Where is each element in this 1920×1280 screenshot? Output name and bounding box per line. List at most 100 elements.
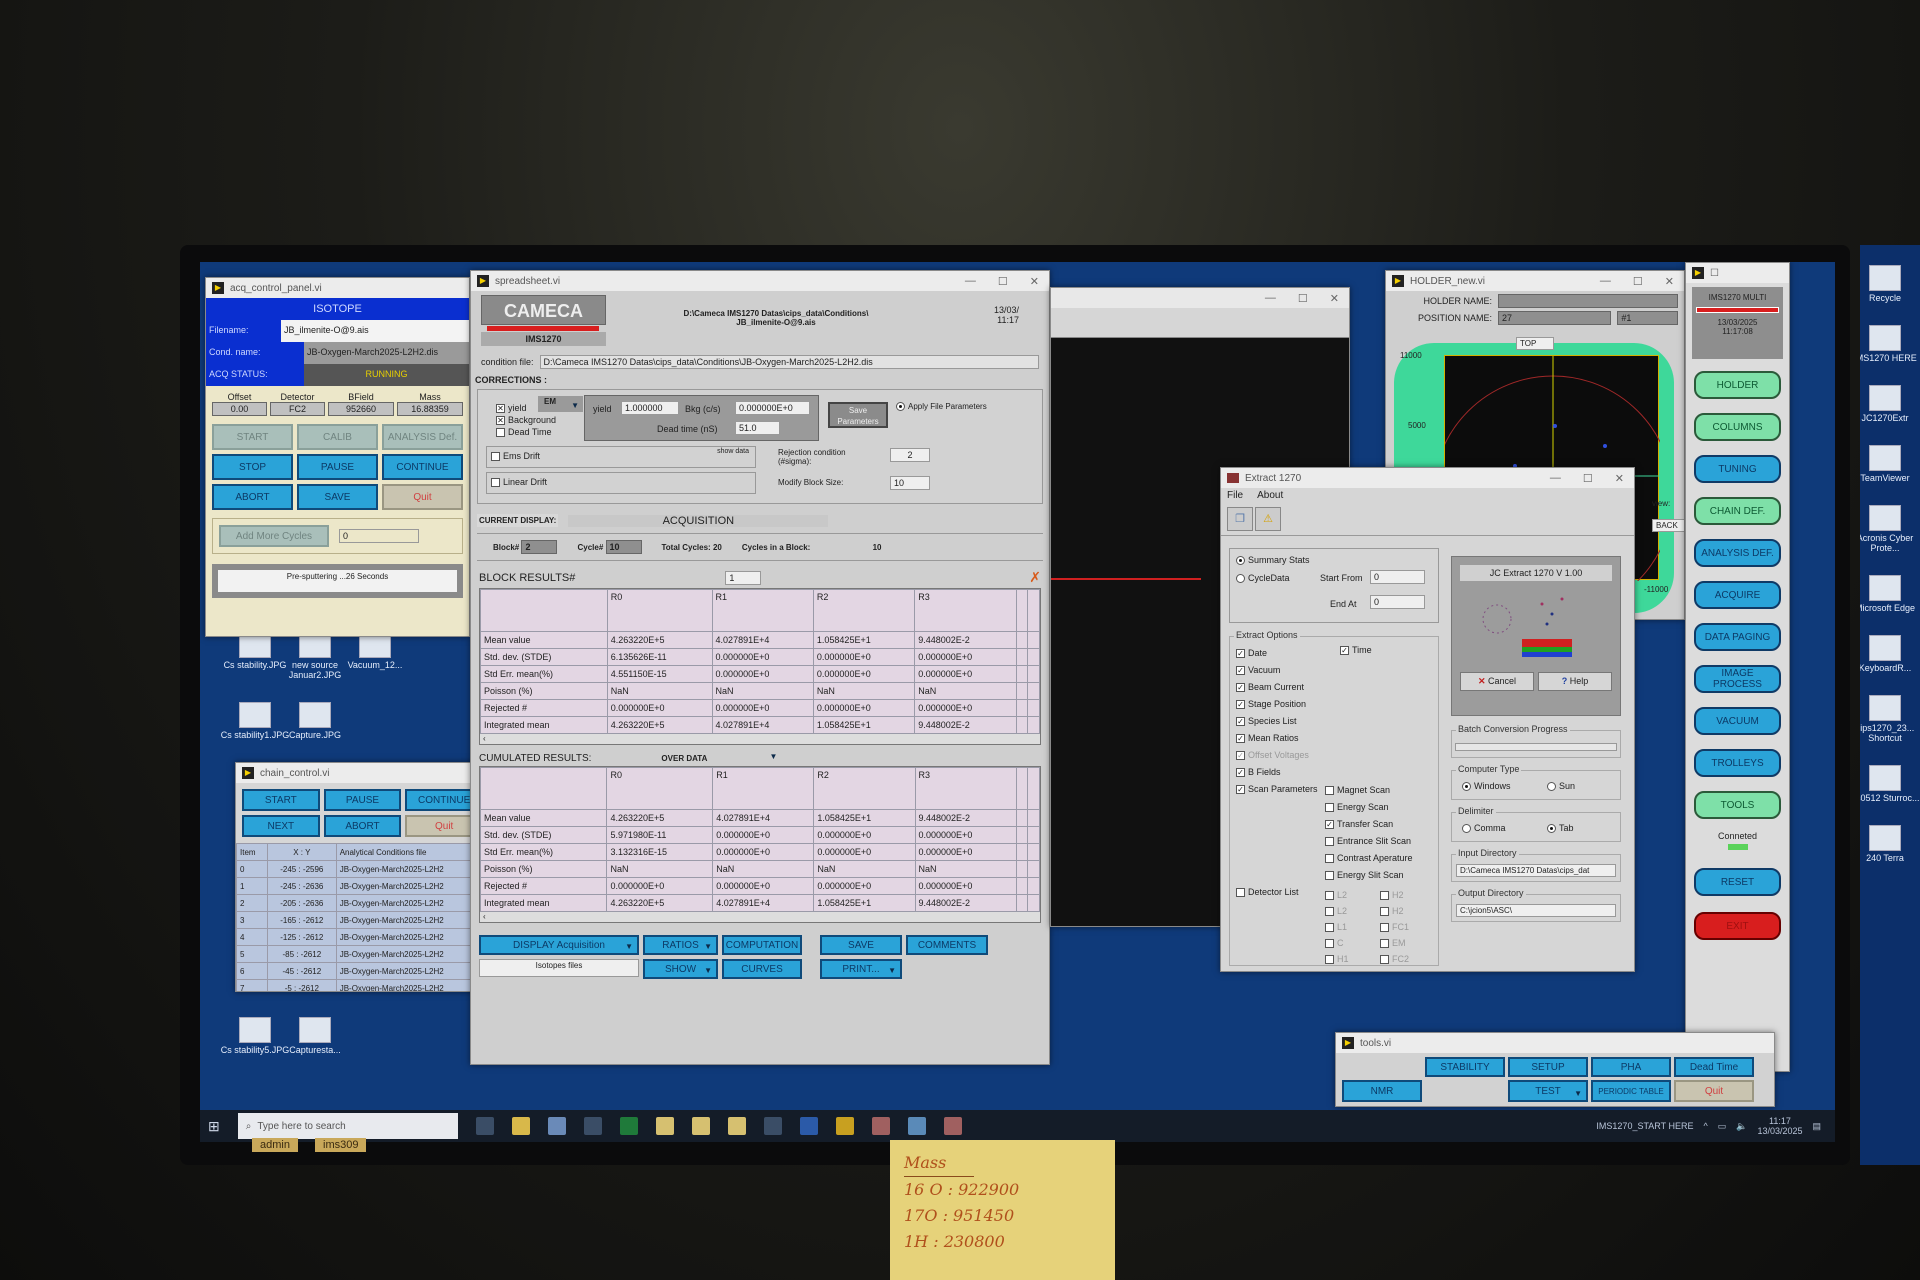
chain-start-button[interactable]: START: [242, 789, 320, 811]
sun-radio[interactable]: Sun: [1547, 781, 1575, 792]
detector-checkbox[interactable]: C: [1325, 935, 1349, 951]
app-icon[interactable]: [583, 1117, 602, 1135]
display-acquisition-select[interactable]: DISPLAY Acquisition: [479, 935, 639, 955]
ratios-select[interactable]: RATIOS: [643, 935, 718, 955]
print-select[interactable]: PRINT...: [820, 959, 902, 979]
chain-row[interactable]: 7 -5 : -2612 JB-Oxygen-March2025-L2H2: [236, 979, 489, 991]
detector-checkbox[interactable]: L2: [1325, 887, 1349, 903]
option-checkbox[interactable]: ✓ B Fields: [1236, 764, 1432, 781]
holder-button[interactable]: HOLDER: [1694, 371, 1781, 399]
minimize-icon[interactable]: —: [965, 275, 976, 288]
calib-button[interactable]: CALIB: [297, 424, 378, 450]
app-icon[interactable]: [727, 1117, 746, 1135]
save-button[interactable]: SAVE: [297, 484, 378, 510]
ems-drift-checkbox[interactable]: Ems Drift show data: [486, 446, 756, 468]
windows-start-icon[interactable]: ⊞: [208, 1118, 220, 1135]
deadtime-input[interactable]: 51.0: [735, 421, 780, 435]
yield-input[interactable]: 1.000000: [621, 401, 679, 415]
clock[interactable]: 11:17 13/03/2025: [1757, 1116, 1802, 1136]
dead-time-button[interactable]: Dead Time: [1674, 1057, 1754, 1077]
desktop-icon[interactable]: 240 Terra: [1860, 825, 1920, 863]
rejection-input[interactable]: 2: [890, 448, 930, 462]
chain-next-button[interactable]: NEXT: [242, 815, 320, 837]
detector-checkbox[interactable]: EM: [1380, 935, 1409, 951]
computation-button[interactable]: COMPUTATION: [722, 935, 802, 955]
close-icon[interactable]: ✕: [1665, 275, 1674, 288]
minimize-icon[interactable]: —: [1265, 292, 1276, 305]
show-select[interactable]: SHOW: [643, 959, 718, 979]
desktop-icon[interactable]: TeamViewer: [1860, 445, 1920, 483]
labview-taskbar-icon[interactable]: [835, 1117, 854, 1135]
detector-checkbox[interactable]: L1: [1325, 919, 1349, 935]
background-checkbox[interactable]: ✕ Background: [496, 414, 556, 426]
app-icon[interactable]: [763, 1117, 782, 1135]
desktop-icon[interactable]: Vacuum_12...: [340, 632, 410, 670]
notification-icon[interactable]: ▤: [1812, 1121, 1821, 1132]
scan-option-checkbox[interactable]: ✓ Transfer Scan: [1325, 816, 1413, 833]
desktop-icon[interactable]: 240512 Sturroc...: [1860, 765, 1920, 803]
minimize-icon[interactable]: —: [1550, 472, 1561, 485]
close-icon[interactable]: ✕: [1330, 292, 1339, 305]
desktop-icon[interactable]: Capturesta...: [280, 1017, 350, 1055]
view-select[interactable]: TOP: [1516, 337, 1554, 350]
tools-quit-button[interactable]: Quit: [1674, 1080, 1754, 1102]
maximize-icon[interactable]: ☐: [1583, 472, 1593, 485]
setup-button[interactable]: SETUP: [1508, 1057, 1588, 1077]
option-checkbox[interactable]: ✓ Date: [1236, 645, 1432, 662]
chain-row[interactable]: 0 -245 : -2596 JB-Oxygen-March2025-L2H2: [236, 860, 489, 878]
start-button[interactable]: START: [212, 424, 293, 450]
scan-option-checkbox[interactable]: Contrast Aperature: [1325, 850, 1413, 867]
file-explorer-icon[interactable]: [511, 1117, 530, 1135]
apply-file-parameters-radio[interactable]: Apply File Parameters: [896, 402, 991, 412]
desktop-icon[interactable]: cips1270_23... Shortcut: [1860, 695, 1920, 743]
scan-option-checkbox[interactable]: Energy Slit Scan: [1325, 867, 1413, 884]
chain-row[interactable]: 1 -245 : -2636 JB-Oxygen-March2025-L2H2: [236, 877, 489, 895]
tray-chevron-icon[interactable]: ^: [1703, 1121, 1707, 1131]
chain-def-button[interactable]: CHAIN DEF.: [1694, 497, 1781, 525]
word-icon[interactable]: [799, 1117, 818, 1135]
close-icon[interactable]: ✕: [1030, 275, 1039, 288]
stop-button[interactable]: STOP: [212, 454, 293, 480]
minimize-icon[interactable]: —: [1600, 275, 1611, 288]
save-results-button[interactable]: SAVE: [820, 935, 902, 955]
toolbar-start-here[interactable]: IMS1270_START HERE: [1596, 1121, 1693, 1131]
batch-files-icon[interactable]: ❐: [1227, 507, 1253, 531]
desktop-icon[interactable]: Recycle: [1860, 265, 1920, 303]
chain-row[interactable]: 2 -205 : -2636 JB-Oxygen-March2025-L2H2: [236, 894, 489, 912]
scan-option-checkbox[interactable]: Energy Scan: [1325, 799, 1413, 816]
desktop-icon[interactable]: KeyboardR...: [1860, 635, 1920, 673]
detector-checkbox[interactable]: H2: [1380, 903, 1409, 919]
cycle-data-radio[interactable]: CycleData: [1236, 573, 1290, 584]
desktop-icon[interactable]: Acronis Cyber Prote...: [1860, 505, 1920, 553]
input-directory-field[interactable]: D:\Cameca IMS1270 Datas\cips_dat: [1456, 864, 1616, 877]
app-icon[interactable]: [691, 1117, 710, 1135]
chain-row[interactable]: 3 -165 : -2612 JB-Oxygen-March2025-L2H2: [236, 911, 489, 929]
block-results-index[interactable]: 1: [725, 570, 762, 585]
desktop-icon[interactable]: Microsoft Edge: [1860, 575, 1920, 613]
option-checkbox[interactable]: ✓ Species List: [1236, 713, 1432, 730]
isotopes-files-list[interactable]: Isotopes files: [479, 959, 639, 977]
horizontal-scrollbar[interactable]: ‹: [480, 912, 1040, 922]
pha-button[interactable]: PHA: [1591, 1057, 1671, 1077]
chain-row[interactable]: 4 -125 : -2612 JB-Oxygen-March2025-L2H2: [236, 928, 489, 946]
condition-file-field[interactable]: D:\Cameca IMS1270 Datas\cips_data\Condit…: [539, 355, 1039, 369]
app-icon[interactable]: [871, 1117, 890, 1135]
linear-drift-checkbox[interactable]: Linear Drift: [486, 472, 756, 494]
network-icon[interactable]: ▭: [1718, 1121, 1727, 1132]
columns-button[interactable]: COLUMNS: [1694, 413, 1781, 441]
tab-radio[interactable]: Tab: [1547, 823, 1574, 834]
help-button[interactable]: ? Help: [1538, 672, 1612, 691]
tuning-button[interactable]: TUNING: [1694, 455, 1781, 483]
chain-abort-button[interactable]: ABORT: [323, 815, 402, 837]
volume-icon[interactable]: 🔈: [1736, 1121, 1747, 1132]
comma-radio[interactable]: Comma: [1462, 823, 1506, 834]
app-icon[interactable]: [907, 1117, 926, 1135]
detector-checkbox[interactable]: H1: [1325, 951, 1349, 967]
block-size-input[interactable]: 10: [890, 476, 930, 490]
trolleys-button[interactable]: TROLLEYS: [1694, 749, 1781, 777]
bkg-input[interactable]: 0.000000E+0: [735, 401, 810, 415]
output-directory-field[interactable]: C:\jcion5\ASC\: [1456, 904, 1616, 917]
cancel-button[interactable]: ✕ Cancel: [1460, 672, 1534, 691]
maximize-icon[interactable]: ☐: [998, 275, 1008, 288]
end-at-input[interactable]: 0: [1370, 595, 1425, 609]
